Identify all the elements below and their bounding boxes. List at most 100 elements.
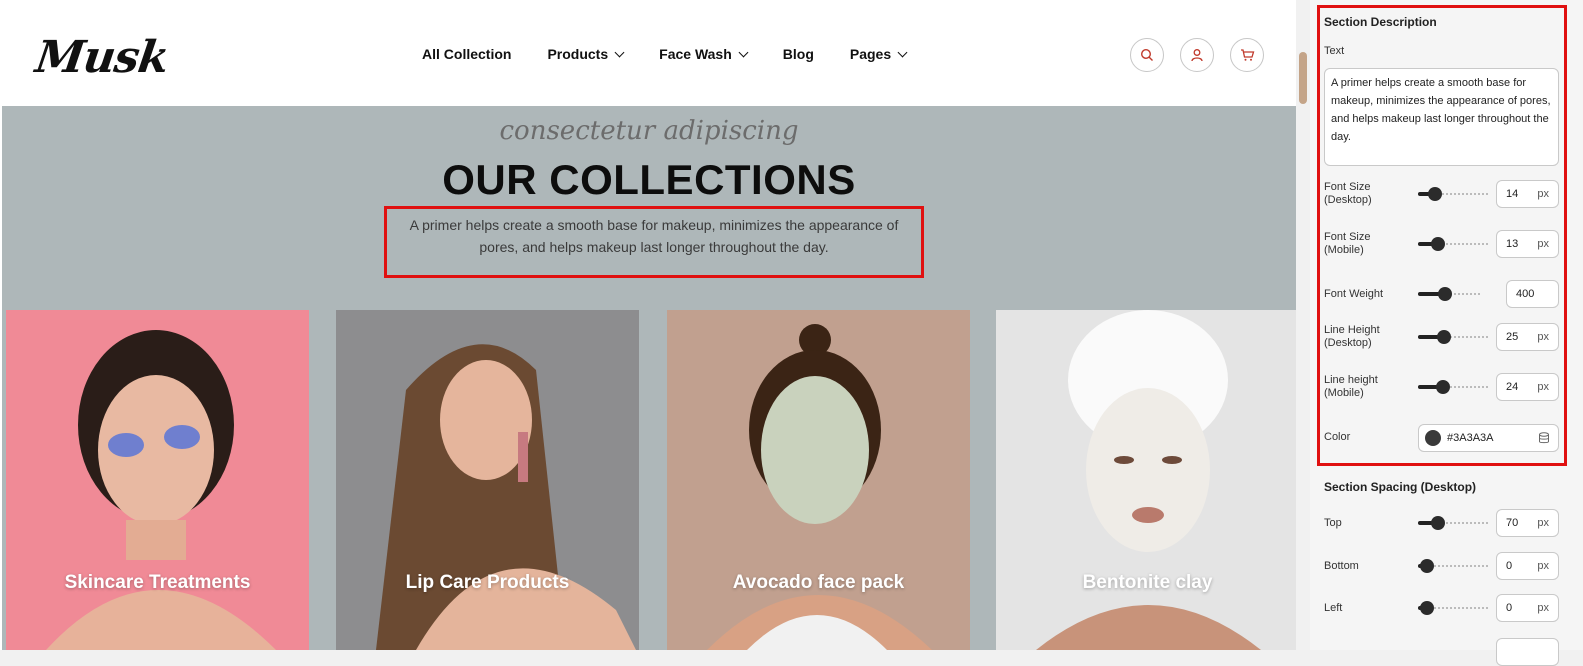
chevron-down-icon xyxy=(614,47,625,57)
spacing-bottom-label: Bottom xyxy=(1324,560,1359,572)
font-size-mobile-input[interactable]: 13 px xyxy=(1496,230,1559,258)
description-line: A primer helps create a smooth base for … xyxy=(409,217,899,233)
text-label: Text xyxy=(1324,45,1345,57)
model-photo xyxy=(46,330,276,650)
nav-item-face-wash[interactable]: Face Wash xyxy=(659,46,749,62)
spacing-left-input[interactable]: 0 px xyxy=(1496,594,1559,622)
nav-label: Face Wash xyxy=(659,46,732,62)
label-line: (Desktop) xyxy=(1324,337,1372,349)
color-swatch[interactable] xyxy=(1425,430,1441,446)
nav-item-blog[interactable]: Blog xyxy=(783,46,814,62)
input-value: 70 xyxy=(1506,517,1519,529)
model-photo xyxy=(1036,310,1261,650)
slider-handle[interactable] xyxy=(1428,187,1443,201)
color-value: #3A3A3A xyxy=(1447,432,1494,444)
search-icon xyxy=(1140,48,1153,61)
section-description[interactable]: A primer helps create a smooth base for … xyxy=(384,206,924,278)
slider-handle[interactable] xyxy=(1436,330,1451,344)
label-line: Line Height xyxy=(1324,324,1380,336)
label-line: (Mobile) xyxy=(1324,244,1364,256)
slider-handle[interactable] xyxy=(1420,559,1434,573)
input-value: 14 xyxy=(1506,188,1519,200)
slider-handle[interactable] xyxy=(1431,516,1446,530)
main-nav: All Collection Products Face Wash Blog P… xyxy=(422,46,942,62)
line-height-desktop-input[interactable]: 25 px xyxy=(1496,323,1559,351)
spacing-left-label: Left xyxy=(1324,602,1343,614)
slider-handle[interactable] xyxy=(1420,601,1434,615)
card-label: Avocado face pack xyxy=(732,572,905,593)
cart-button[interactable] xyxy=(1230,38,1264,72)
site-header: Musk All Collection Products Face Wash B… xyxy=(2,4,1296,106)
input-value: 13 xyxy=(1506,238,1519,250)
collection-card-bentonite[interactable]: Bentonite clay xyxy=(996,310,1299,650)
chevron-down-icon xyxy=(897,47,908,57)
line-height-desktop-slider[interactable] xyxy=(1418,330,1490,344)
collection-card-avocado[interactable]: Avocado face pack xyxy=(667,310,970,650)
chevron-down-icon xyxy=(738,47,749,57)
spacing-right-input[interactable] xyxy=(1496,638,1559,666)
font-weight-slider[interactable] xyxy=(1418,287,1480,301)
label-line: (Mobile) xyxy=(1324,387,1364,399)
font-weight-input[interactable]: 400 xyxy=(1506,280,1559,308)
font-size-desktop-input[interactable]: 14 px xyxy=(1496,180,1559,208)
unit-label: px xyxy=(1537,238,1549,250)
card-label: Bentonite clay xyxy=(1082,572,1213,593)
input-value: 400 xyxy=(1516,288,1535,300)
collection-card-skincare[interactable]: Skincare Treatments xyxy=(6,310,309,650)
unit-label: px xyxy=(1537,517,1549,529)
unit-label: px xyxy=(1537,188,1549,200)
font-weight-label: Font Weight xyxy=(1324,288,1384,300)
line-height-mobile-label: Line height (Mobile) xyxy=(1324,374,1378,400)
nav-label: Products xyxy=(547,46,609,62)
color-picker[interactable]: #3A3A3A xyxy=(1418,424,1559,452)
user-icon xyxy=(1191,49,1203,62)
nav-item-all-collection[interactable]: All Collection xyxy=(422,46,511,62)
section-spacing-heading: Section Spacing (Desktop) xyxy=(1324,480,1477,494)
line-height-desktop-label: Line Height (Desktop) xyxy=(1324,324,1380,350)
model-photo xyxy=(376,344,636,650)
section-title: OUR COLLECTIONS xyxy=(442,156,856,203)
font-size-mobile-label: Font Size (Mobile) xyxy=(1324,231,1370,257)
nav-label: All Collection xyxy=(422,46,512,62)
nav-item-products[interactable]: Products xyxy=(547,46,625,62)
color-label: Color xyxy=(1324,431,1351,443)
font-size-mobile-slider[interactable] xyxy=(1418,237,1490,251)
search-button[interactable] xyxy=(1130,38,1164,72)
label-line: Font Size xyxy=(1324,181,1371,193)
account-button[interactable] xyxy=(1180,38,1214,72)
slider-handle[interactable] xyxy=(1435,380,1450,394)
spacing-left-slider[interactable] xyxy=(1418,601,1490,615)
input-value: 25 xyxy=(1506,331,1519,343)
collection-card-lip-care[interactable]: Lip Care Products xyxy=(336,310,639,650)
spacing-top-input[interactable]: 70 px xyxy=(1496,509,1559,537)
nav-label: Pages xyxy=(849,46,892,62)
nav-item-pages[interactable]: Pages xyxy=(849,46,908,62)
nav-label: Blog xyxy=(782,46,814,62)
site-logo[interactable]: Musk xyxy=(32,32,171,83)
label-line: (Desktop) xyxy=(1324,194,1372,206)
database-icon[interactable] xyxy=(1538,432,1550,444)
card-label: Skincare Treatments xyxy=(64,572,251,593)
label-line: Line height xyxy=(1324,374,1378,386)
cart-icon xyxy=(1240,49,1254,61)
line-height-mobile-slider[interactable] xyxy=(1418,380,1490,394)
spacing-bottom-slider[interactable] xyxy=(1418,559,1490,573)
font-size-desktop-slider[interactable] xyxy=(1418,187,1490,201)
slider-handle[interactable] xyxy=(1431,237,1446,251)
line-height-mobile-input[interactable]: 24 px xyxy=(1496,373,1559,401)
slider-handle[interactable] xyxy=(1438,287,1453,301)
description-textarea[interactable]: A primer helps create a smooth base for … xyxy=(1324,68,1559,166)
preview-canvas: Musk All Collection Products Face Wash B… xyxy=(0,0,1300,650)
scrollbar-thumb[interactable] xyxy=(1299,52,1307,104)
card-label: Lip Care Products xyxy=(405,572,570,593)
label-line: Font Size xyxy=(1324,231,1371,243)
unit-label: px xyxy=(1537,381,1549,393)
unit-label: px xyxy=(1537,560,1549,572)
spacing-bottom-input[interactable]: 0 px xyxy=(1496,552,1559,580)
collections-section: consectetur adipiscing OUR COLLECTIONS A… xyxy=(2,106,1299,650)
section-subtitle: consectetur adipiscing xyxy=(499,116,799,146)
input-value: 0 xyxy=(1506,560,1513,572)
spacing-top-slider[interactable] xyxy=(1418,516,1490,530)
font-size-desktop-label: Font Size (Desktop) xyxy=(1324,181,1372,207)
description-line: pores, and helps makeup last longer thro… xyxy=(479,239,829,255)
